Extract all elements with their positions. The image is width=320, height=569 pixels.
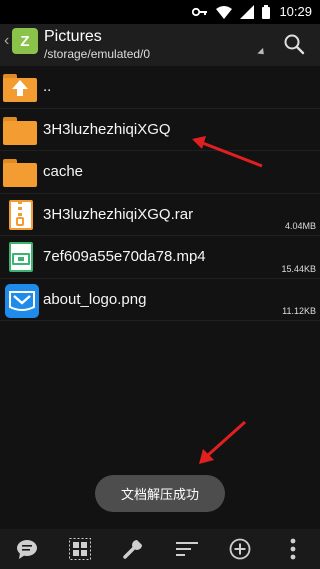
file-size: 4.04MB: [284, 221, 316, 231]
app-logo[interactable]: Z: [12, 28, 38, 54]
chat-button[interactable]: [13, 535, 41, 563]
battery-icon: [262, 5, 270, 19]
sort-button[interactable]: [173, 535, 201, 563]
list-item-parent-folder[interactable]: ..: [0, 66, 320, 109]
annotation-arrow-toast: [199, 420, 247, 464]
more-vert-icon: [290, 538, 296, 560]
chat-icon: [16, 540, 37, 559]
app-logo-letter: Z: [20, 32, 30, 50]
status-time: 10:29: [279, 4, 312, 19]
list-item-folder[interactable]: 3H3luzhezhiqiXGQ: [0, 109, 320, 151]
search-icon: [284, 34, 305, 55]
search-button[interactable]: [282, 32, 306, 56]
signal-icon: [240, 5, 254, 19]
folder-icon: [3, 114, 37, 146]
more-options-button[interactable]: [279, 535, 307, 563]
select-grid-icon: [68, 538, 91, 560]
video-file-icon: [3, 241, 37, 273]
list-item-image[interactable]: about_logo.png 11.12KB: [0, 279, 320, 321]
status-bar: 10:29: [0, 0, 320, 24]
add-button[interactable]: [226, 535, 254, 563]
zip-file-icon: [3, 199, 37, 231]
add-circle-icon: [229, 538, 251, 560]
list-item-video[interactable]: 7ef609a55e70da78.mp4 15.44KB: [0, 236, 320, 279]
select-grid-button[interactable]: [66, 535, 94, 563]
file-name: 3H3luzhezhiqiXGQ: [43, 120, 171, 138]
folder-title: Pictures: [44, 28, 102, 45]
image-file-icon: [3, 283, 39, 318]
app-bar: ‹ Z Pictures /storage/emulated/0: [0, 24, 320, 66]
tools-button[interactable]: [119, 535, 147, 563]
wrench-icon: [123, 540, 143, 559]
file-size: 15.44KB: [281, 263, 316, 274]
file-list: .. 3H3luzhezhiqiXGQ cache 3H3luzhezhiqiX…: [0, 66, 320, 321]
current-path[interactable]: /storage/emulated/0: [44, 47, 150, 61]
file-name: about_logo.png: [43, 290, 147, 308]
file-name: cache: [43, 163, 84, 180]
bottom-toolbar: [0, 529, 320, 569]
back-icon[interactable]: ‹: [4, 32, 9, 50]
folder-up-icon: [3, 71, 37, 103]
status-icons: [192, 5, 270, 19]
toast-message: 文档解压成功: [95, 475, 225, 512]
file-name: 3H3luzhezhiqiXGQ.rar: [43, 205, 194, 223]
sort-icon: [175, 542, 198, 556]
list-item-archive[interactable]: 3H3luzhezhiqiXGQ.rar 4.04MB: [0, 194, 320, 236]
path-dropdown-icon[interactable]: [257, 47, 267, 58]
list-item-folder[interactable]: cache: [0, 151, 320, 194]
wifi-icon: [216, 5, 232, 19]
file-size: 11.12KB: [282, 306, 316, 316]
file-name: 7ef609a55e70da78.mp4: [43, 248, 206, 265]
folder-icon: [3, 156, 37, 188]
key-icon: [192, 7, 207, 17]
file-name: ..: [43, 78, 52, 95]
